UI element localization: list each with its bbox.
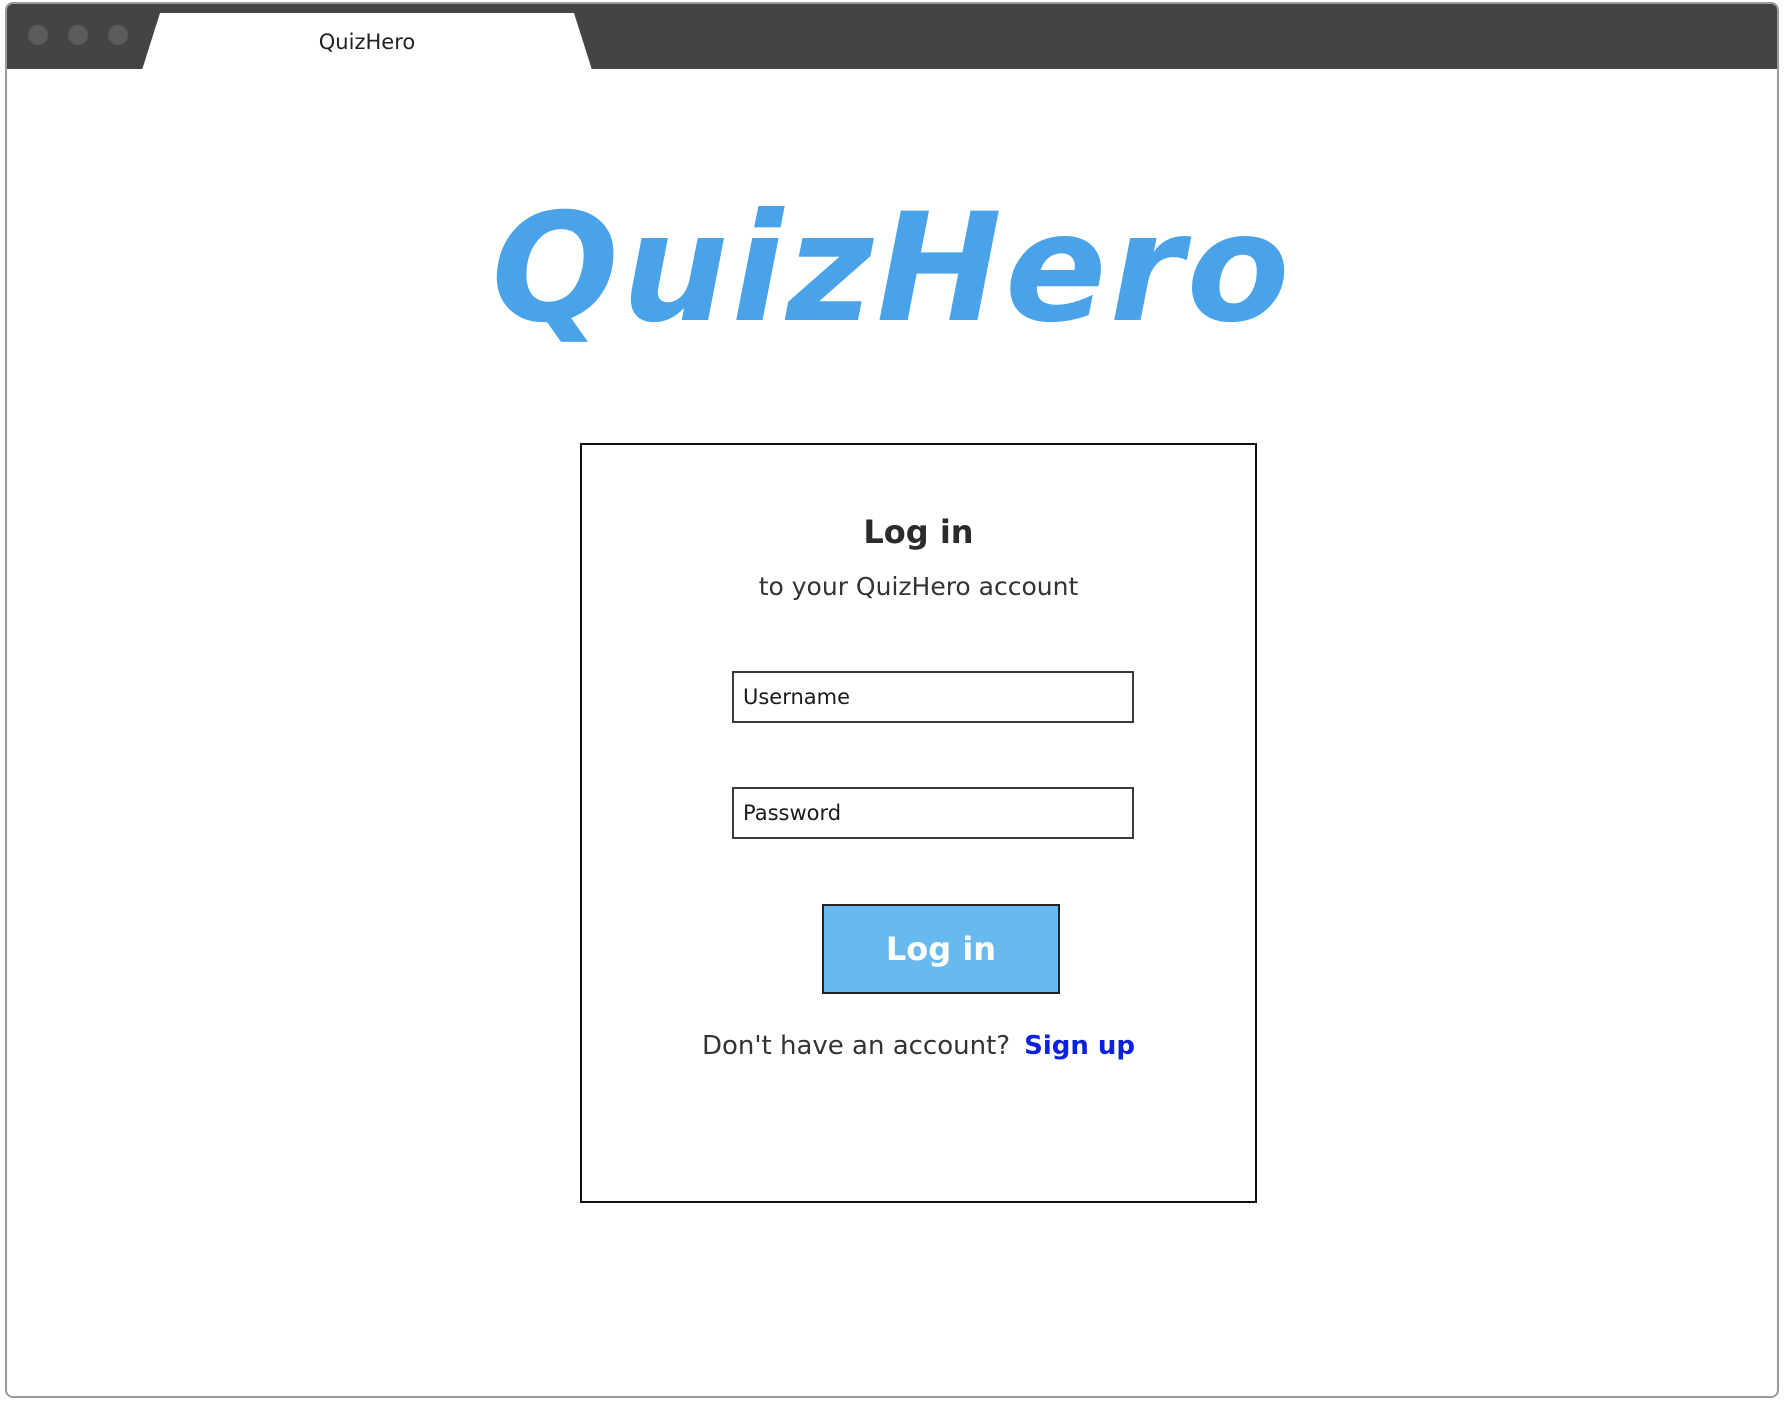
- login-button[interactable]: Log in: [822, 904, 1060, 994]
- browser-titlebar: QuizHero: [7, 4, 1777, 70]
- login-subtitle: to your QuizHero account: [758, 572, 1079, 601]
- signup-link[interactable]: Sign up: [1024, 1031, 1135, 1061]
- maximize-window-button[interactable]: [108, 25, 128, 45]
- username-field[interactable]: [732, 671, 1134, 723]
- signup-row: Don't have an account? Sign up: [582, 1031, 1255, 1061]
- login-card: Log in to your QuizHero account Log in D…: [580, 443, 1257, 1203]
- browser-tab[interactable]: QuizHero: [142, 13, 592, 70]
- quizhero-logo: QuizHero: [491, 182, 1293, 356]
- password-field[interactable]: [732, 787, 1134, 839]
- login-title: Log in: [863, 513, 974, 551]
- tab-title: QuizHero: [318, 29, 416, 54]
- browser-window: QuizHero QuizHero Log in to your QuizHer…: [5, 2, 1779, 1398]
- minimize-window-button[interactable]: [68, 25, 88, 45]
- close-window-button[interactable]: [28, 25, 48, 45]
- signup-prompt: Don't have an account?: [701, 1031, 1011, 1061]
